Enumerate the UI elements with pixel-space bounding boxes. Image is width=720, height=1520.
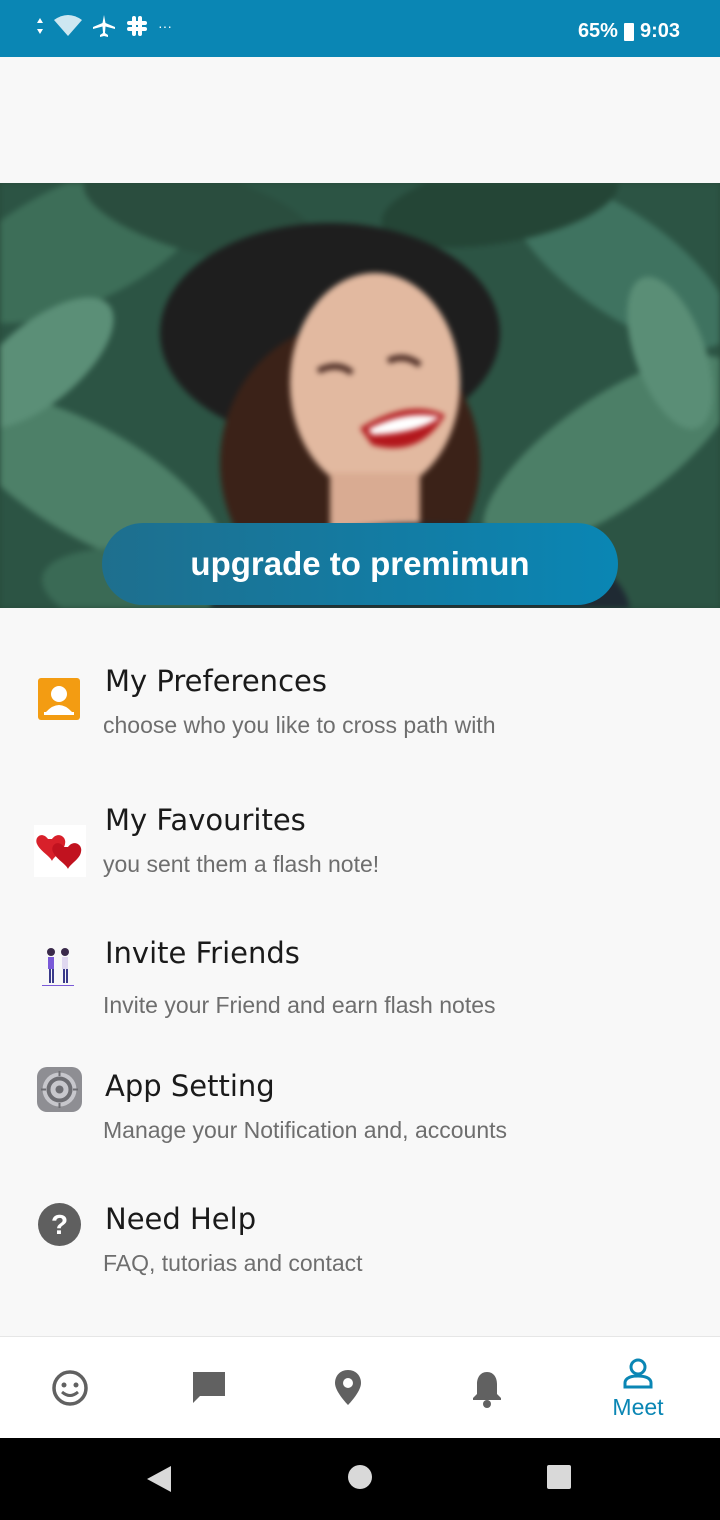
system-navigation-bar — [0, 1438, 720, 1520]
location-icon — [335, 1370, 361, 1405]
contact-card-icon — [38, 678, 80, 720]
smiley-icon — [52, 1370, 88, 1406]
menu-title: Need Help — [105, 1202, 257, 1236]
nav-notifications[interactable] — [437, 1337, 537, 1439]
nav-smiley[interactable] — [20, 1337, 120, 1439]
upgrade-premium-button[interactable]: upgrade to premimun — [102, 523, 618, 605]
back-icon[interactable] — [145, 1464, 173, 1494]
recents-icon[interactable] — [546, 1464, 572, 1490]
menu-subtitle: choose who you like to cross path with — [103, 712, 496, 738]
overflow-indicator: ··· — [158, 18, 172, 34]
help-icon: ? — [38, 1203, 81, 1246]
status-right: 65% 9:03 — [578, 20, 680, 43]
clock: 9:03 — [639, 20, 680, 42]
menu-subtitle: FAQ, tutorias and contact — [103, 1250, 363, 1276]
hearts-icon — [34, 825, 86, 877]
nav-chat[interactable] — [159, 1337, 259, 1439]
menu-item-need-help[interactable]: ? Need Help FAQ, tutorias and contact — [0, 1198, 720, 1308]
wifi-icon — [54, 15, 82, 36]
menu-item-preferences[interactable]: My Preferences choose who you like to cr… — [0, 660, 720, 770]
header-space — [0, 57, 720, 183]
menu-title: My Preferences — [105, 664, 327, 698]
menu-title: Invite Friends — [105, 936, 300, 970]
menu-title: My Favourites — [105, 803, 306, 837]
battery-percent: 65% — [577, 20, 618, 42]
profile-icon — [623, 1358, 653, 1388]
menu-title: App Setting — [105, 1069, 275, 1103]
menu-subtitle: Manage your Notification and, accounts — [103, 1117, 508, 1143]
settings-gear-icon — [37, 1067, 82, 1112]
status-bar: ··· 65% 9:03 — [0, 0, 720, 57]
bottom-navigation: Meet — [0, 1336, 720, 1439]
status-icons: ··· — [36, 14, 172, 38]
nav-meet-label: Meet — [612, 1393, 664, 1420]
menu-subtitle: you sent them a flash note! — [103, 851, 380, 877]
menu-subtitle: Invite your Friend and earn flash notes — [103, 992, 496, 1018]
slack-icon — [127, 16, 147, 36]
nav-location[interactable] — [298, 1337, 398, 1439]
bell-icon — [473, 1372, 501, 1408]
home-icon[interactable] — [347, 1464, 373, 1490]
friends-icon — [36, 942, 80, 998]
data-arrows-icon — [37, 18, 43, 34]
menu-item-favourites[interactable]: My Favourites you sent them a flash note… — [0, 799, 720, 909]
svg-text:?: ? — [51, 1209, 68, 1240]
battery-icon — [623, 22, 634, 41]
nav-meet[interactable]: Meet — [588, 1337, 688, 1439]
airplane-icon — [93, 15, 115, 37]
chat-icon — [193, 1372, 225, 1403]
menu-item-invite-friends[interactable]: Invite Friends Invite your Friend and ea… — [0, 932, 720, 1042]
menu-item-app-setting[interactable]: App Setting Manage your Notification and… — [0, 1065, 720, 1175]
